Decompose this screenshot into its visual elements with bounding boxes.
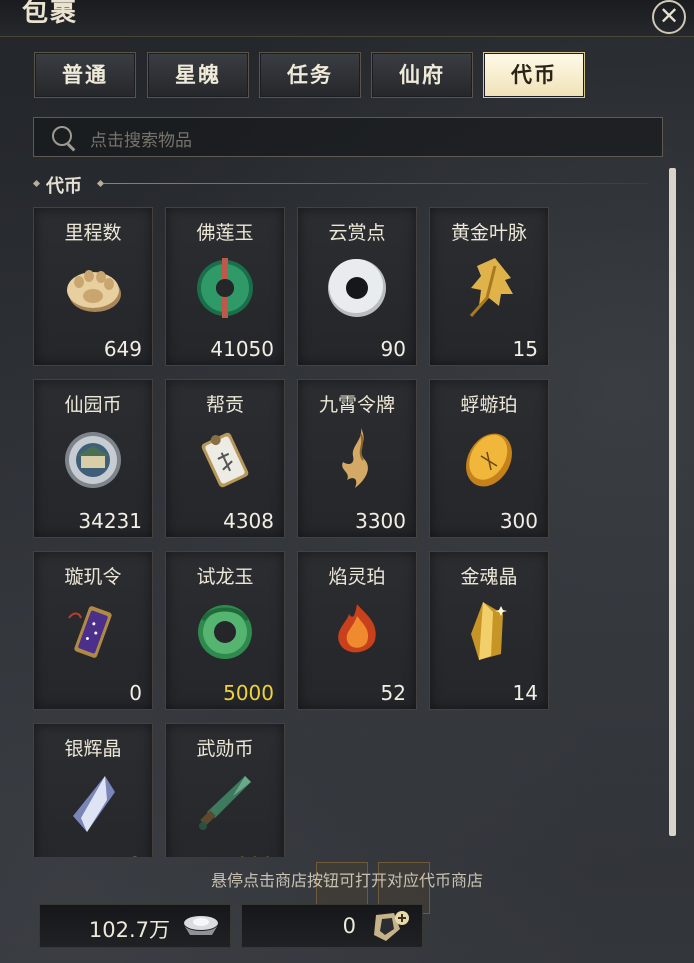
item-count: 90: [380, 337, 406, 361]
item-card[interactable]: 帮贡 4308: [165, 379, 285, 538]
divider-dot-icon: [96, 179, 105, 188]
item-count: 649: [103, 337, 142, 361]
item-name: 佛莲玉: [196, 222, 254, 244]
section-header: 代币: [32, 172, 654, 197]
item-name: 焰灵珀: [328, 566, 386, 588]
gold-leaf-icon: [469, 258, 513, 317]
item-count: 3300: [355, 509, 406, 533]
tab-tokens[interactable]: 代币: [483, 52, 585, 98]
section-label: 代币: [46, 176, 82, 197]
silver-crystal-icon: [73, 776, 115, 832]
item-name: 璇玑令: [64, 566, 122, 588]
amber-icon: [466, 433, 512, 487]
tab-normal[interactable]: 普通: [34, 52, 136, 98]
item-card[interactable]: 武勋币 44000: [165, 723, 285, 857]
token-add-icon[interactable]: [370, 909, 410, 943]
item-name: 里程数: [64, 222, 122, 244]
item-card[interactable]: 焰灵珀 52: [297, 551, 417, 710]
item-count: 300: [499, 509, 538, 533]
guild-token-icon: [201, 432, 249, 488]
item-card[interactable]: 云赏点 90: [297, 207, 417, 366]
item-card[interactable]: 蜉蝣珀 300: [429, 379, 549, 538]
gold-crystal-icon: [471, 602, 507, 660]
item-name: 武勋币: [196, 738, 254, 760]
item-card[interactable]: 试龙玉 5000: [165, 551, 285, 710]
item-card[interactable]: 黄金叶脉 15: [429, 207, 549, 366]
silver-balance: 102.7万: [39, 904, 231, 948]
item-card[interactable]: 仙园币 34231: [33, 379, 153, 538]
item-grid: 里程数 649 佛莲玉 41050 云赏点 90 黄金叶脉 15 仙园币 342…: [33, 207, 593, 857]
item-name: 黄金叶脉: [450, 222, 527, 244]
item-count: 0: [129, 681, 142, 705]
item-card[interactable]: 佛莲玉 41050: [165, 207, 285, 366]
cloud-token-icon: [342, 428, 368, 488]
item-count: 34231: [78, 509, 142, 533]
item-count: 44000: [210, 853, 274, 857]
search-placeholder: 点击搜索物品: [90, 131, 192, 151]
silver-amount: 102.7万: [88, 918, 170, 942]
item-count: 15: [512, 337, 538, 361]
title-bar: 包裹 ✕: [0, 0, 694, 37]
item-card[interactable]: 璇玑令 0: [33, 551, 153, 710]
flame-amber-icon: [338, 604, 376, 653]
item-name: 帮贡: [205, 394, 244, 416]
item-name: 云赏点: [328, 222, 386, 244]
item-card[interactable]: 银辉晶 13: [33, 723, 153, 857]
item-name: 金魂晶: [460, 566, 518, 588]
section-divider: [104, 183, 649, 184]
hint-text: 悬停点击商店按钮可打开对应代币商店: [210, 871, 483, 890]
item-name: 九霄令牌: [318, 394, 395, 416]
token-balance: 0: [241, 904, 423, 948]
token-amount: 0: [342, 914, 356, 938]
paw-coin-icon: [67, 270, 121, 312]
item-count: 13: [117, 853, 142, 857]
scrollbar[interactable]: [669, 168, 676, 836]
white-ring-icon: [328, 259, 386, 317]
silver-ingot-icon: [184, 916, 218, 935]
item-count: 52: [380, 681, 406, 705]
item-count: 4308: [223, 509, 274, 533]
item-card[interactable]: 里程数 649: [33, 207, 153, 366]
tab-quest[interactable]: 任务: [259, 52, 361, 98]
close-icon[interactable]: ✕: [652, 0, 686, 34]
jade-ring-icon: [197, 258, 253, 318]
section-marker-icon: [32, 179, 41, 188]
garden-coin-icon: [65, 432, 121, 488]
blade-coin-icon: [199, 776, 251, 830]
item-count: 41050: [210, 337, 274, 361]
item-name: 银辉晶: [64, 738, 122, 760]
item-name: 仙园币: [64, 394, 122, 416]
dragon-jade-icon: [198, 605, 252, 659]
search-input[interactable]: 点击搜索物品: [33, 117, 663, 157]
item-name: 蜉蝣珀: [460, 394, 518, 416]
item-name: 试龙玉: [196, 566, 254, 588]
search-icon: [52, 126, 72, 146]
item-count: 5000: [223, 681, 274, 705]
item-card[interactable]: 九霄令牌 3300: [297, 379, 417, 538]
tab-immortal-manor[interactable]: 仙府: [371, 52, 473, 98]
item-card[interactable]: 金魂晶 14: [429, 551, 549, 710]
item-count: 14: [512, 681, 538, 705]
window-title: 包裹: [22, 0, 79, 28]
purple-token-icon: [68, 606, 112, 658]
tab-star-soul[interactable]: 星魄: [147, 52, 249, 98]
